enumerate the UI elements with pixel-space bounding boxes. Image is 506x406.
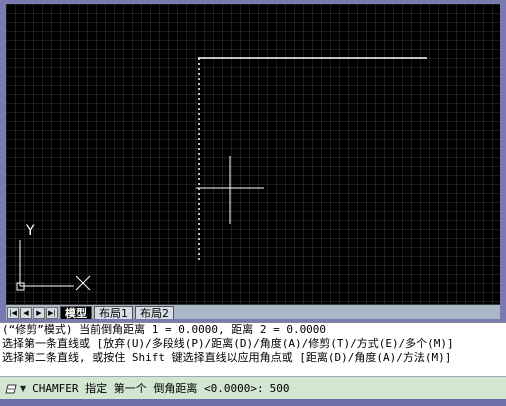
model-space-canvas[interactable]: Y bbox=[6, 4, 500, 304]
history-line: 选择第一条直线或 [放弃(U)/多段线(P)/距离(D)/角度(A)/修剪(T)… bbox=[2, 337, 454, 350]
tab-model[interactable]: 模型 bbox=[60, 306, 92, 320]
first-tab-button[interactable]: |◀ bbox=[7, 307, 19, 319]
command-prompt: CHAMFER 指定 第一个 倒角距离 <0.0000>: bbox=[32, 382, 264, 395]
drawing-svg: Y bbox=[16, 57, 427, 291]
crosshair-cursor bbox=[196, 156, 264, 224]
command-line[interactable]: ▼ CHAMFER 指定 第一个 倒角距离 <0.0000>: 500 bbox=[0, 376, 506, 399]
command-line-icon[interactable] bbox=[4, 381, 18, 395]
prev-tab-button[interactable]: ◀ bbox=[20, 307, 32, 319]
layout-tab-bar: |◀ ◀ ▶ ▶| 模型 布局1 布局2 bbox=[6, 304, 500, 320]
y-axis-label: Y bbox=[25, 223, 35, 239]
history-line: 选择第二条直线, 或按住 Shift 键选择直线以应用角点或 [距离(D)/角度… bbox=[2, 351, 452, 364]
dropdown-arrow-icon[interactable]: ▼ bbox=[20, 384, 26, 393]
tab-layout2[interactable]: 布局2 bbox=[135, 306, 174, 320]
ucs-icon: Y bbox=[16, 223, 91, 291]
tab-layout1[interactable]: 布局1 bbox=[94, 306, 133, 320]
window-frame-bottom bbox=[0, 399, 506, 406]
command-input[interactable]: 500 bbox=[270, 382, 290, 395]
history-line: (“修剪”模式) 当前倒角距离 1 = 0.0000, 距离 2 = 0.000… bbox=[2, 323, 327, 336]
next-tab-button[interactable]: ▶ bbox=[33, 307, 45, 319]
command-history: (“修剪”模式) 当前倒角距离 1 = 0.0000, 距离 2 = 0.000… bbox=[0, 322, 506, 377]
last-tab-button[interactable]: ▶| bbox=[46, 307, 58, 319]
